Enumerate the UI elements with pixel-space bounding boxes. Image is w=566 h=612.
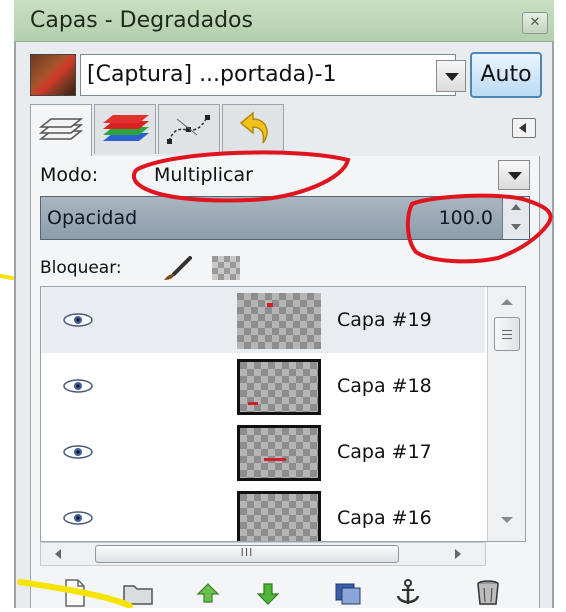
layer-thumbnail [237,293,321,349]
auto-button[interactable]: Auto [470,52,542,98]
layers-horizontal-scrollbar[interactable]: III [40,542,486,566]
undo-history-icon [239,111,268,144]
delete-layer-icon [477,580,499,605]
new-layer-group-button[interactable] [120,576,156,608]
layer-thumbnail [237,425,321,481]
close-icon: ✕ [529,15,541,30]
new-layer-group-icon [123,585,153,605]
close-button[interactable]: ✕ [522,12,548,34]
opacity-spinner[interactable] [502,197,529,239]
lower-layer-button[interactable] [250,576,286,608]
scrollbar-thumb[interactable]: III [95,545,399,563]
duplicate-layer-icon [335,583,361,605]
layer-content-mark [264,458,286,461]
raise-layer-icon [196,583,220,603]
channels-icon [103,115,149,141]
dock-title: Capas - Degradados [30,8,253,33]
layers-vertical-scrollbar[interactable] [487,287,525,541]
layers-list[interactable]: Capa #19 Capa #18 Capa #17 Capa #16 [40,286,526,542]
grip-line [502,334,512,335]
layer-row[interactable]: Capa #16 [41,485,485,541]
eye-icon[interactable] [61,509,95,527]
layer-name[interactable]: Capa #18 [337,375,432,397]
lock-row: Bloquear: [40,254,340,284]
image-dropdown-button[interactable] [436,60,466,92]
spin-down-icon[interactable] [511,224,521,230]
lock-label: Bloquear: [40,258,122,278]
dock-titlebar[interactable]: Capas - Degradados ✕ [14,0,554,42]
opacity-slider[interactable]: Opacidad 100.0 [40,196,530,240]
mode-label: Modo: [40,164,99,186]
scroll-up-icon[interactable] [501,299,513,305]
mode-select[interactable]: Multiplicar [154,164,253,186]
layer-thumbnail [237,491,321,541]
chevron-left-icon [519,123,526,133]
mode-dropdown-button[interactable] [498,160,530,190]
mode-row: Modo: Multiplicar [40,160,530,190]
scrollbar-thumb[interactable] [494,317,520,351]
scroll-down-icon[interactable] [501,517,513,523]
yellow-annotation-left [0,274,14,280]
layer-name[interactable]: Capa #16 [337,507,432,529]
eye-icon[interactable] [61,377,95,395]
opacity-label: Opacidad [47,207,138,229]
lock-alpha-icon[interactable] [212,256,240,280]
grip-line [502,330,512,331]
chevron-down-icon [508,172,522,180]
layer-row[interactable]: Capa #19 [41,287,485,353]
dock-tabs [30,104,540,156]
layer-row[interactable]: Capa #18 [41,353,485,419]
layer-content-mark [248,402,258,405]
tab-undo-history[interactable] [222,104,284,154]
tab-menu-button[interactable] [512,118,536,138]
lock-pixels-brush-icon[interactable] [160,256,196,282]
tab-paths[interactable] [158,104,220,154]
layer-thumbnail [237,359,321,415]
layer-row[interactable]: Capa #17 [41,419,485,485]
spin-up-icon[interactable] [511,204,521,210]
paths-icon [167,115,210,144]
grip-line [502,338,512,339]
layer-name[interactable]: Capa #19 [337,309,432,331]
image-name-combo[interactable]: [Captura] ...portada)-1 [80,54,456,96]
raise-layer-button[interactable] [190,576,226,608]
new-layer-button[interactable] [56,576,92,608]
delete-layer-button[interactable] [470,576,506,608]
tab-layers[interactable] [30,104,92,156]
chevron-down-icon [445,73,459,81]
image-thumbnail [30,54,76,96]
duplicate-layer-button[interactable] [330,576,366,608]
layer-name[interactable]: Capa #17 [337,441,432,463]
new-layer-icon [65,579,85,607]
layers-stack-icon [38,118,84,140]
scroll-right-icon[interactable] [455,549,461,559]
image-selector: [Captura] ...portada)-1 Auto [30,52,542,98]
anchor-layer-icon [396,579,420,604]
layer-content-mark [267,303,273,307]
scroll-left-icon[interactable] [55,549,61,559]
eye-icon[interactable] [61,443,95,461]
opacity-value[interactable]: 100.0 [439,207,493,229]
lower-layer-icon [256,583,280,605]
eye-icon[interactable] [61,311,95,329]
layers-toolbar [40,572,530,608]
anchor-layer-button[interactable] [390,576,426,608]
tab-channels[interactable] [94,104,156,154]
